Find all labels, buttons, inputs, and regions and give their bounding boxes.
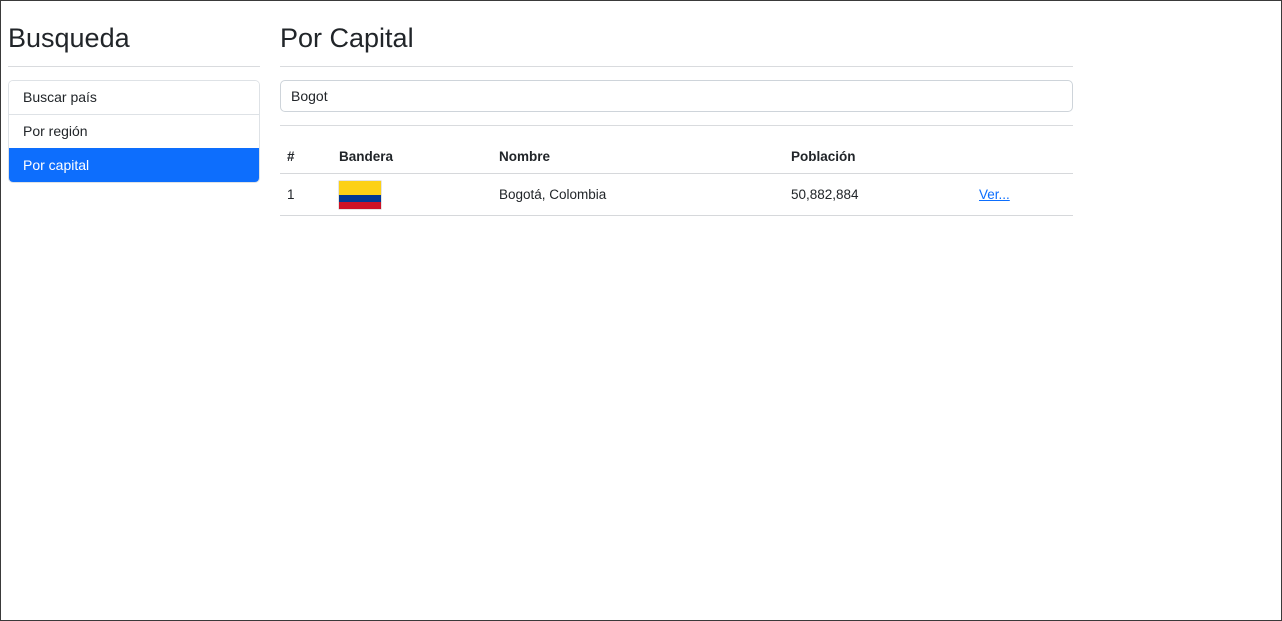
header-action <box>972 140 1073 174</box>
menu-item-por-capital[interactable]: Por capital <box>9 148 259 182</box>
page-title: Por Capital <box>280 23 414 53</box>
app-window: Busqueda Buscar país Por región Por capi… <box>0 0 1282 621</box>
row-name: Bogotá, Colombia <box>492 173 784 216</box>
row-action-cell: Ver... <box>972 173 1073 216</box>
results-table: # Bandera Nombre Población 1 Bogotá, Col… <box>280 140 1073 216</box>
table-header-row: # Bandera Nombre Población <box>280 140 1073 174</box>
sidebar-divider <box>8 66 260 67</box>
table-row: 1 Bogotá, Colombia 50,882,884 Ver... <box>280 173 1073 216</box>
header-name: Nombre <box>492 140 784 174</box>
title-divider <box>280 66 1073 67</box>
header-flag: Bandera <box>332 140 492 174</box>
menu-item-por-region[interactable]: Por región <box>9 114 259 148</box>
menu-item-buscar-pais[interactable]: Buscar país <box>9 81 259 114</box>
search-input[interactable] <box>280 80 1073 112</box>
sidebar-title: Busqueda <box>8 23 130 53</box>
sidebar: Busqueda Buscar país Por región Por capi… <box>8 1 260 183</box>
header-num: # <box>280 140 332 174</box>
row-num: 1 <box>280 173 332 216</box>
search-divider <box>280 125 1073 126</box>
row-population: 50,882,884 <box>784 173 972 216</box>
main-content: Por Capital # Bandera Nombre Población 1 <box>280 1 1073 216</box>
ver-link[interactable]: Ver... <box>979 187 1010 202</box>
search-type-menu: Buscar país Por región Por capital <box>8 80 260 183</box>
row-flag-cell <box>332 173 492 216</box>
colombia-flag-icon <box>339 180 381 209</box>
header-population: Población <box>784 140 972 174</box>
